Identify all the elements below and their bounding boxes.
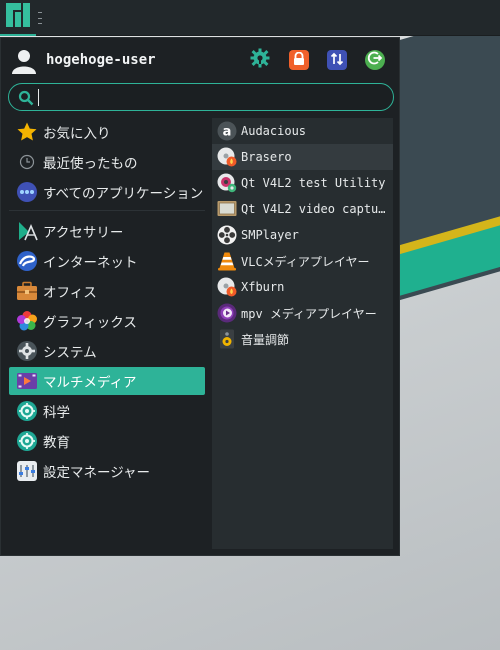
panel-drag-handle[interactable]	[38, 12, 42, 24]
settings-button[interactable]	[250, 48, 270, 72]
username-label: hogehoge-user	[46, 52, 156, 68]
category-separator	[9, 210, 205, 211]
qv4l2-icon	[217, 173, 237, 193]
lock-screen-button[interactable]	[289, 50, 309, 70]
audacious-icon: a	[217, 121, 237, 141]
app-label: Audacious	[241, 124, 307, 138]
category-label: 設定マネージャー	[43, 465, 151, 481]
category-label: グラフィックス	[43, 315, 137, 331]
app-label: SMPlayer	[241, 228, 299, 242]
switch-user-button[interactable]	[327, 50, 347, 70]
app-volume-control[interactable]: 音量調節	[212, 326, 393, 352]
globe-icon	[16, 250, 38, 272]
user-avatar-icon	[11, 48, 37, 74]
category-favorites[interactable]: お気に入り	[9, 118, 205, 146]
category-label: システム	[43, 345, 97, 361]
category-office[interactable]: オフィス	[9, 277, 205, 305]
application-list: a Audacious Brasero Qt V4L2 test Utility…	[212, 118, 393, 549]
education-icon	[16, 430, 38, 452]
category-multimedia[interactable]: マルチメディア	[9, 367, 205, 395]
category-education[interactable]: 教育	[9, 427, 205, 455]
smplayer-icon	[217, 225, 237, 245]
app-xfburn[interactable]: Xfburn	[212, 274, 393, 300]
clock-icon	[16, 151, 38, 173]
accessories-icon	[16, 220, 38, 242]
logout-button[interactable]	[365, 50, 385, 70]
category-recent[interactable]: 最近使ったもの	[9, 148, 205, 176]
application-menu: hogehoge-user お気に入り 最近使ったもの すべてのアプリケーション…	[0, 37, 400, 556]
app-audacious[interactable]: a Audacious	[212, 118, 393, 144]
qvidcap-icon	[217, 199, 237, 219]
app-label: 音量調節	[241, 332, 290, 347]
app-label: Qt V4L2 test Utility	[241, 176, 386, 190]
search-icon	[18, 90, 34, 106]
app-label: Qt V4L2 video captu…	[241, 202, 386, 216]
briefcase-icon	[16, 280, 38, 302]
app-qv4l2[interactable]: Qt V4L2 test Utility	[212, 170, 393, 196]
category-label: インターネット	[43, 255, 138, 271]
top-panel	[0, 0, 500, 36]
app-vlc[interactable]: VLCメディアプレイヤー	[212, 248, 393, 274]
search-box[interactable]	[8, 83, 394, 111]
svg-text:a: a	[223, 125, 232, 140]
star-icon	[16, 121, 38, 143]
app-label: Xfburn	[241, 280, 285, 294]
switch-user-icon	[330, 51, 344, 70]
graphics-icon	[16, 310, 38, 332]
xfburn-icon	[217, 277, 237, 297]
category-label: オフィス	[43, 285, 97, 301]
logout-icon	[367, 50, 383, 70]
system-gear-icon	[16, 340, 38, 362]
multimedia-icon	[16, 370, 38, 392]
category-graphics[interactable]: グラフィックス	[9, 307, 205, 335]
app-smplayer[interactable]: SMPlayer	[212, 222, 393, 248]
app-label: Brasero	[241, 150, 292, 164]
search-input[interactable]	[39, 87, 384, 107]
category-label: 最近使ったもの	[43, 156, 138, 172]
category-science[interactable]: 科学	[9, 397, 205, 425]
user-header: hogehoge-user	[1, 38, 401, 82]
category-label: アクセサリー	[43, 225, 124, 241]
app-label: mpv メディアプレイヤー	[241, 306, 377, 321]
category-label: お気に入り	[43, 126, 111, 142]
category-system[interactable]: システム	[9, 337, 205, 365]
category-label: 教育	[43, 435, 70, 451]
category-accessories[interactable]: アクセサリー	[9, 217, 205, 245]
app-qvidcap[interactable]: Qt V4L2 video captu…	[212, 196, 393, 222]
app-label: VLCメディアプレイヤー	[241, 254, 370, 269]
category-label: マルチメディア	[43, 375, 137, 391]
manjaro-logo-icon	[5, 2, 31, 32]
category-internet[interactable]: インターネット	[9, 247, 205, 275]
vlc-icon	[217, 251, 237, 271]
mpv-icon	[217, 303, 237, 323]
settings-gear-icon	[250, 48, 270, 72]
volume-control-icon	[217, 329, 237, 349]
category-all-applications[interactable]: すべてのアプリケーション	[9, 178, 205, 206]
dots-icon	[16, 181, 38, 203]
brasero-icon	[217, 147, 237, 167]
category-settings-manager[interactable]: 設定マネージャー	[9, 457, 205, 485]
settings-manager-icon	[16, 460, 38, 482]
lock-icon	[292, 51, 306, 70]
science-icon	[16, 400, 38, 422]
category-label: すべてのアプリケーション	[43, 186, 204, 202]
app-brasero[interactable]: Brasero	[212, 144, 393, 170]
app-mpv[interactable]: mpv メディアプレイヤー	[212, 300, 393, 326]
whisker-menu-button[interactable]	[0, 0, 36, 36]
category-label: 科学	[43, 405, 70, 421]
